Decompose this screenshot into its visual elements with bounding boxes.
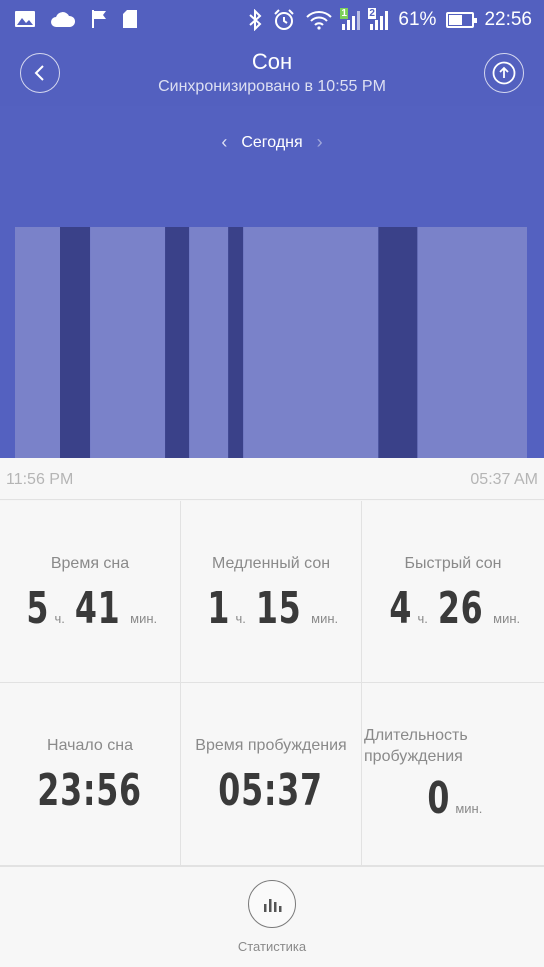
bar-chart-icon — [264, 899, 282, 912]
stat-label: Медленный сон — [211, 555, 331, 572]
alarm-icon — [274, 9, 295, 30]
minutes-unit: мин. — [311, 611, 339, 626]
stat-value: 23:56 — [0, 765, 180, 816]
share-button[interactable] — [484, 53, 524, 93]
system-status: 1 2 61% 22:56 — [248, 0, 532, 40]
signal-icon: 1 — [340, 8, 361, 30]
stats-grid: Время сна 5 ч. 41 мин. Медленный сон 1 ч… — [0, 501, 544, 866]
sleep-segment-light — [417, 227, 527, 458]
chevron-left-icon[interactable]: ‹ — [221, 132, 227, 153]
sleep-segment-light — [90, 227, 166, 458]
chevron-right-icon[interactable]: › — [317, 132, 323, 153]
time-end-label: 05:37 AM — [470, 471, 538, 488]
minutes-unit: мин. — [493, 611, 521, 626]
stat-value: 4 ч. 26 мин. — [362, 583, 544, 634]
sleep-segment-deep — [165, 227, 190, 458]
minutes-value: 15 — [255, 583, 302, 634]
sleep-segment-light — [189, 227, 229, 458]
stat-label-line1: Длительность — [364, 727, 468, 744]
stat-sleep-start: Начало сна 23:56 — [0, 683, 181, 866]
awake-minutes-value: 0 — [427, 773, 450, 824]
sd-card-icon — [123, 10, 137, 28]
time-start-label: 11:56 PM — [6, 471, 74, 488]
stat-label: Время сна — [50, 555, 130, 572]
date-label: Сегодня — [241, 133, 303, 151]
upload-icon — [492, 61, 516, 85]
sleep-chart — [15, 227, 527, 458]
hours-unit: ч. — [54, 611, 65, 626]
status-bar: 1 2 61% 22:56 — [0, 0, 544, 40]
statistics-label: Статистика — [237, 939, 307, 954]
bluetooth-icon — [249, 9, 262, 31]
stat-label: Быстрый сон — [404, 555, 502, 572]
image-icon — [15, 11, 35, 27]
date-navigator: ‹ Сегодня › — [0, 132, 544, 153]
stat-deep-sleep: Быстрый сон 4 ч. 26 мин. — [362, 501, 544, 683]
cloud-icon — [51, 12, 76, 27]
stat-value: 0 мин. — [362, 773, 544, 824]
sim2-label: 2 — [368, 8, 376, 19]
footer: Статистика — [0, 866, 544, 967]
stat-label-line2: пробуждения — [364, 748, 463, 765]
sim1-label: 1 — [340, 8, 348, 19]
sleep-segment-light — [243, 227, 379, 458]
stat-value: 05:37 — [181, 765, 361, 816]
minutes-unit: мин. — [455, 801, 483, 816]
hours-unit: ч. — [417, 611, 428, 626]
sleep-segment-deep — [60, 227, 90, 458]
stat-light-sleep: Медленный сон 1 ч. 15 мин. — [181, 501, 362, 683]
signal-icon: 2 — [368, 8, 389, 30]
battery-icon — [446, 12, 478, 28]
time-axis: 11:56 PM 05:37 AM — [0, 458, 544, 500]
page-title: Сон — [251, 49, 293, 74]
sleep-chart-area: ‹ Сегодня › — [0, 106, 544, 458]
stat-value: 1 ч. 15 мин. — [181, 583, 361, 634]
statistics-button[interactable] — [248, 880, 296, 928]
stat-sleep-time: Время сна 5 ч. 41 мин. — [0, 501, 181, 683]
sync-status: Синхронизировано в 10:55 PM — [158, 78, 386, 95]
flag-icon — [92, 10, 106, 28]
minutes-value: 41 — [74, 583, 121, 634]
battery-percent: 61% — [398, 9, 437, 30]
stat-label: Длительность пробуждения — [362, 725, 544, 767]
minutes-unit: мин. — [130, 611, 158, 626]
hours-unit: ч. — [235, 611, 246, 626]
hours-value: 5 — [26, 583, 50, 634]
wifi-icon — [306, 11, 333, 30]
stat-value: 5 ч. 41 мин. — [0, 583, 180, 634]
hours-value: 4 — [389, 583, 413, 634]
minutes-value: 26 — [437, 583, 484, 634]
stat-awake-duration: Длительность пробуждения 0 мин. — [362, 683, 544, 866]
sleep-segment-light — [15, 227, 60, 458]
hours-value: 1 — [207, 583, 231, 634]
stat-label: Начало сна — [47, 737, 133, 754]
app-header: Сон Синхронизировано в 10:55 PM — [0, 40, 544, 106]
clock: 22:56 — [484, 9, 532, 30]
notification-icons — [14, 8, 138, 30]
sleep-segment-deep — [228, 227, 244, 458]
wake-time-value: 05:37 — [218, 765, 324, 816]
stat-label: Время пробуждения — [195, 737, 347, 754]
sleep-segment-deep — [378, 227, 418, 458]
sleep-start-value: 23:56 — [37, 765, 143, 816]
stat-wake-time: Время пробуждения 05:37 — [181, 683, 362, 866]
